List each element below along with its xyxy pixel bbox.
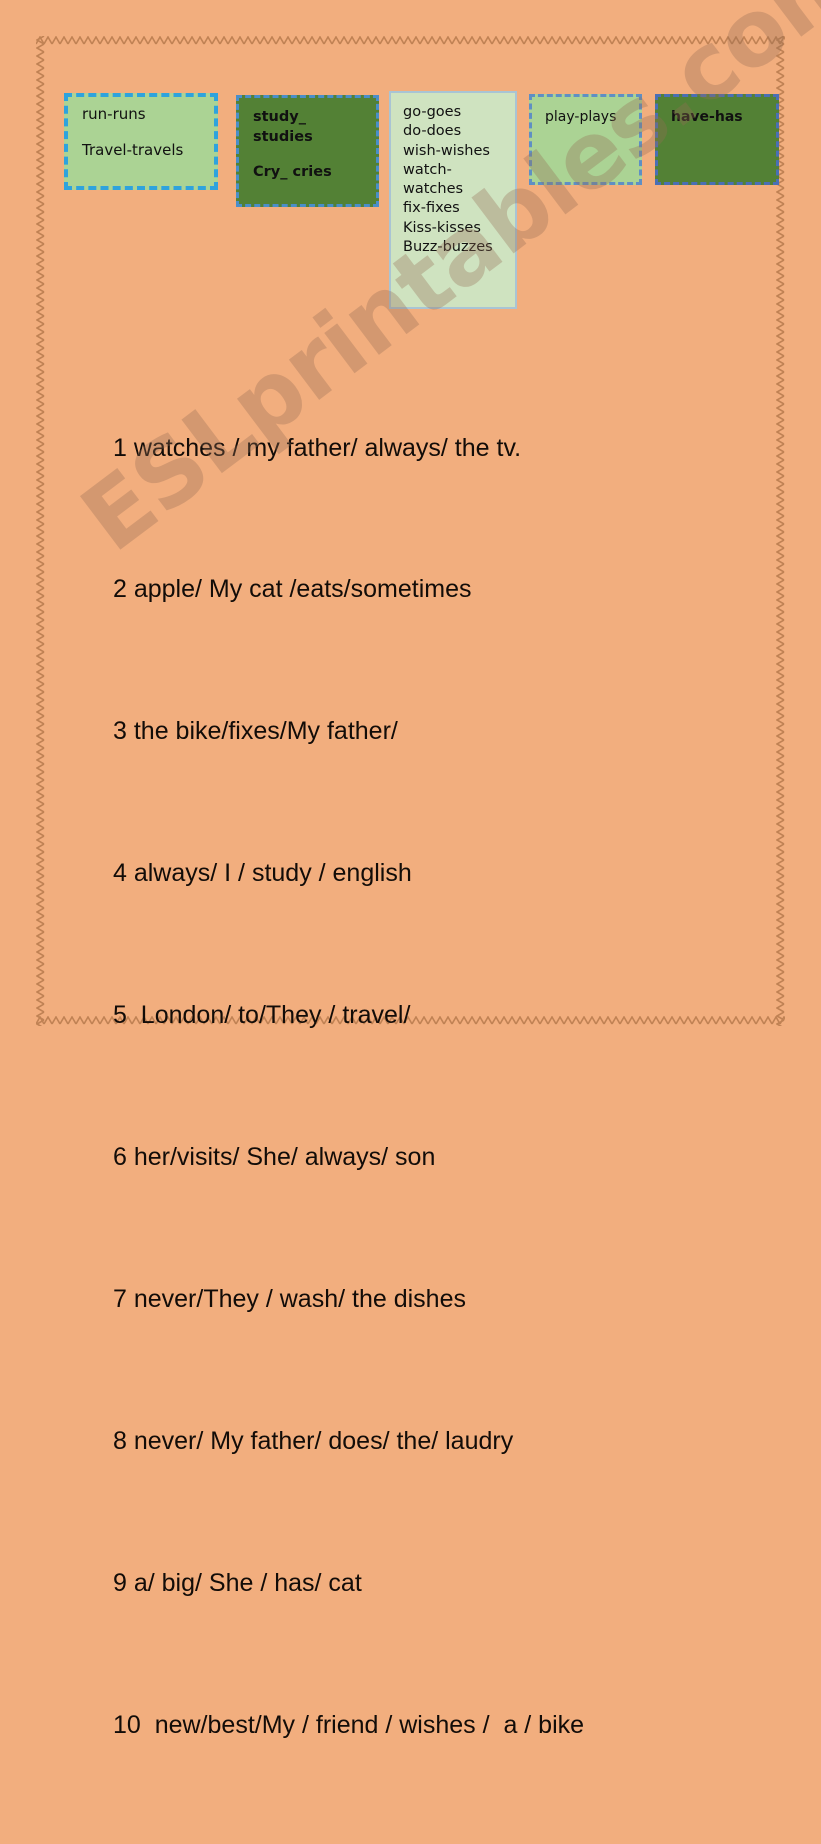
vocab-line: run-runs [82, 105, 146, 123]
vocab-box-play: play-plays [529, 94, 642, 185]
vocab-line: do-does [403, 123, 462, 140]
vocab-line: Buzz-buzzes [403, 238, 493, 255]
sentence-item: 4 always/ I / study / english [113, 859, 412, 888]
vocab-box-have: have-has [655, 94, 779, 185]
vocab-line: go-goes [403, 104, 462, 120]
vocab-line: Cry_ cries [253, 164, 332, 181]
vocab-line: study_ [253, 109, 306, 125]
scrambled-sentence-list: 1 watches / my father/ always/ the tv. 2… [113, 330, 773, 1844]
sentence-item: 3 the bike/fixes/My father/ [113, 717, 398, 746]
sentence-item: 2 apple/ My cat /eats/sometimes [113, 575, 472, 604]
vocab-line: have-has [671, 109, 743, 125]
vocab-line: watches [403, 181, 464, 198]
vocab-line: fix-fixes [403, 200, 460, 217]
sentence-item: 7 never/They / wash/ the dishes [113, 1284, 466, 1313]
vocab-box-es-endings: go-goes do-does wish-wishes watch- watch… [389, 91, 517, 309]
sentence-item: 1 watches / my father/ always/ the tv. [113, 433, 522, 462]
vocab-line: play-plays [545, 109, 617, 125]
vocab-line: Kiss-kisses [403, 219, 481, 236]
vocab-line: Travel-travels [82, 140, 184, 159]
vocab-line: watch- [403, 161, 452, 178]
vocab-line: studies [253, 128, 313, 145]
sentence-item: 5 London/ to/They / travel/ [113, 1001, 411, 1030]
sentence-item: 10 new/best/My / friend / wishes / a / b… [113, 1710, 585, 1739]
sentence-item: 8 never/ My father/ does/ the/ laudry [113, 1426, 514, 1455]
vocab-box-study: study_ studies Cry_ cries [236, 95, 379, 207]
vocabulary-box-row: run-runs Travel-travels study_ studies C… [0, 0, 821, 320]
worksheet-page: run-runs Travel-travels study_ studies C… [0, 0, 821, 1739]
sentence-item: 6 her/visits/ She/ always/ son [113, 1143, 436, 1172]
sentence-item: 9 a/ big/ She / has/ cat [113, 1568, 362, 1597]
vocab-box-run: run-runs Travel-travels [64, 93, 218, 190]
vocab-line: wish-wishes [403, 142, 490, 159]
